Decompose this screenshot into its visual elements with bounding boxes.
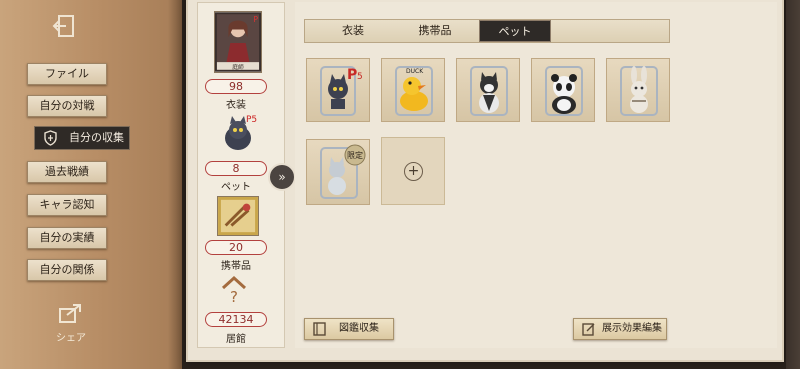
nav-file-button[interactable]: ファイル — [27, 63, 107, 85]
pet-count: 8 — [205, 161, 267, 176]
house-label: 居館 — [226, 334, 246, 345]
svg-text:限定: 限定 — [347, 150, 363, 160]
pet-item-persona-cat[interactable]: P 5 — [306, 58, 370, 122]
nav-achievements-button[interactable]: 自分の実績 — [27, 227, 107, 249]
exit-icon[interactable] — [50, 12, 80, 40]
accessory-label: 携帯品 — [221, 261, 251, 272]
nav-my-collection-label: 自分の収集 — [69, 131, 124, 144]
character-portrait[interactable]: P 庭師 — [214, 11, 262, 73]
tab-pet[interactable]: ペット — [479, 20, 551, 42]
display-effect-edit-label: 展示効果編集 — [602, 323, 662, 334]
pet-item-rabbit[interactable] — [606, 58, 670, 122]
pet-cat-portrait[interactable]: P5 — [214, 112, 262, 156]
house-question-icon[interactable]: ? — [219, 275, 249, 305]
add-pet-slot[interactable]: + — [381, 137, 445, 205]
nav-relations-button[interactable]: 自分の関係 — [27, 259, 107, 281]
edit-icon — [582, 323, 595, 336]
pet-item-cat[interactable] — [456, 58, 520, 122]
expand-arrow-icon[interactable]: » — [268, 163, 296, 191]
shield-icon — [44, 130, 57, 146]
share-icon[interactable] — [58, 302, 84, 324]
pet-item-limited[interactable]: 限定 — [306, 139, 370, 205]
svg-text:5: 5 — [357, 72, 363, 82]
background-strip — [786, 0, 800, 369]
pet-label: ペット — [221, 182, 251, 193]
svg-text:庭師: 庭師 — [232, 63, 244, 71]
nav-history-button[interactable]: 過去戦績 — [27, 161, 107, 183]
svg-text:P: P — [253, 15, 258, 24]
svg-text:?: ? — [230, 288, 238, 305]
catalog-collect-label: 図鑑収集 — [339, 323, 379, 334]
side-nav: ファイル 自分の対戦 自分の収集 過去戦績 キャラ認知 自分の実績 自分の関係 … — [0, 0, 182, 369]
nav-character-recognition-button[interactable]: キャラ認知 — [27, 194, 107, 216]
category-tabs: 衣装 携帯品 ペット — [304, 19, 670, 43]
accessory-count: 20 — [205, 240, 267, 255]
accessory-stamp[interactable] — [217, 196, 259, 236]
nav-my-battles-button[interactable]: 自分の対戦 — [27, 95, 107, 117]
catalog-collect-button[interactable]: 図鑑収集 — [304, 318, 394, 340]
house-count: 42134 — [205, 312, 267, 327]
costume-label: 衣装 — [226, 100, 246, 111]
svg-text:P5: P5 — [246, 115, 257, 125]
svg-text:DUCK: DUCK — [406, 68, 424, 75]
book-icon — [313, 322, 326, 336]
tab-accessory[interactable]: 携帯品 — [399, 20, 471, 42]
pet-item-panda[interactable] — [531, 58, 595, 122]
nav-my-collection-button[interactable]: 自分の収集 — [34, 126, 130, 150]
costume-count: 98 — [205, 79, 267, 94]
display-effect-edit-button[interactable]: 展示効果編集 — [573, 318, 667, 340]
pet-item-yellow-duck[interactable]: DUCK — [381, 58, 445, 122]
tab-costume[interactable]: 衣装 — [317, 20, 389, 42]
share-label: シェア — [56, 333, 86, 344]
plus-icon: + — [404, 162, 423, 181]
svg-text:P: P — [347, 67, 357, 83]
